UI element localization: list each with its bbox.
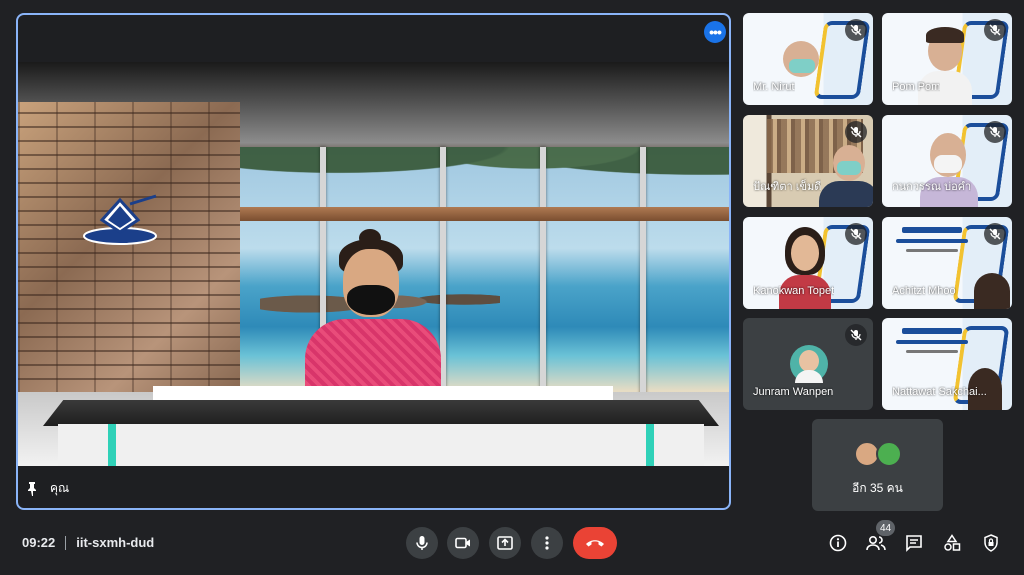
- camera-button[interactable]: [447, 527, 479, 559]
- participant-tile[interactable]: Nattawat Sakchai...: [882, 318, 1012, 410]
- meeting-time: 09:22: [22, 535, 56, 550]
- face-mask: [837, 161, 861, 175]
- chat-icon: [906, 535, 922, 552]
- participant-count-badge: 44: [876, 520, 896, 536]
- mic-off-icon: [984, 19, 1006, 41]
- avatar: [876, 441, 902, 467]
- participant-name: Pom Pom: [892, 81, 941, 93]
- meeting-code: iit-sxmh-dud: [76, 535, 155, 550]
- face-mask: [789, 59, 815, 73]
- present-screen-button[interactable]: [489, 527, 521, 559]
- pin-icon[interactable]: [26, 481, 38, 496]
- host-controls-button[interactable]: [980, 532, 1002, 554]
- more-options-button[interactable]: [531, 527, 563, 559]
- camera-icon: [455, 537, 470, 549]
- mic-icon: [416, 536, 428, 550]
- main-video-label: คุณ: [26, 479, 69, 498]
- divider: [65, 535, 67, 550]
- participant-name: Nattawat Sakchai...: [892, 386, 987, 398]
- participant-name: Junram Wanpen: [753, 386, 834, 398]
- mic-off-icon: [984, 223, 1006, 245]
- participant-name: Kanokwan Topet: [753, 285, 835, 297]
- main-video-tile[interactable]: ••• คุณ: [16, 13, 731, 510]
- info-icon: [829, 534, 847, 552]
- host-controls-icon: [984, 534, 998, 552]
- main-video-feed: [18, 62, 729, 466]
- main-video-name: คุณ: [50, 481, 70, 495]
- activities-button[interactable]: [941, 532, 963, 554]
- mic-off-icon: [845, 19, 867, 41]
- meeting-info: 09:22 iit-sxmh-dud: [22, 535, 154, 550]
- face-mask: [934, 155, 962, 173]
- more-participants-tile[interactable]: อีก 35 คน: [812, 419, 943, 511]
- mic-button[interactable]: [406, 527, 438, 559]
- chat-button[interactable]: [903, 532, 925, 554]
- meeting-details-button[interactable]: [827, 532, 849, 554]
- mic-off-icon: [845, 324, 867, 346]
- mic-off-icon: [845, 223, 867, 245]
- more-vertical-icon: [545, 536, 549, 550]
- mic-off-icon: [845, 121, 867, 143]
- brick-wall: [18, 102, 240, 422]
- present-screen-icon: [497, 536, 513, 550]
- participant-tile[interactable]: Kanokwan Topet: [743, 217, 873, 309]
- end-call-button[interactable]: [573, 527, 617, 559]
- participant-tile[interactable]: Junram Wanpen: [743, 318, 873, 410]
- end-call-icon: [586, 540, 604, 547]
- participant-name: Achitzt Mhoo: [892, 285, 956, 297]
- activities-icon: [944, 534, 961, 551]
- participant-tile[interactable]: Pom Pom: [882, 13, 1012, 105]
- participant-tile[interactable]: Achitzt Mhoo: [882, 217, 1012, 309]
- participant-name: กนกวรรณ บ่อคำ: [892, 181, 972, 193]
- participant-tile[interactable]: ปัณฑิตา เข็มดี: [743, 115, 873, 207]
- mic-off-icon: [984, 121, 1006, 143]
- news-desk: [43, 400, 719, 426]
- bottom-toolbar: 09:22 iit-sxmh-dud 44: [0, 520, 1024, 575]
- participant-name: Mr. Nirut: [753, 81, 795, 93]
- participant-tile[interactable]: Mr. Nirut: [743, 13, 873, 105]
- people-icon: [866, 535, 886, 551]
- participant-name: ปัณฑิตา เข็มดี: [753, 181, 822, 193]
- more-participants-label: อีก 35 คน: [852, 481, 903, 495]
- school-logo-icon: [83, 194, 157, 245]
- face-mask: [347, 285, 395, 315]
- more-horizontal-icon[interactable]: •••: [704, 21, 726, 43]
- participant-tile[interactable]: กนกวรรณ บ่อคำ: [882, 115, 1012, 207]
